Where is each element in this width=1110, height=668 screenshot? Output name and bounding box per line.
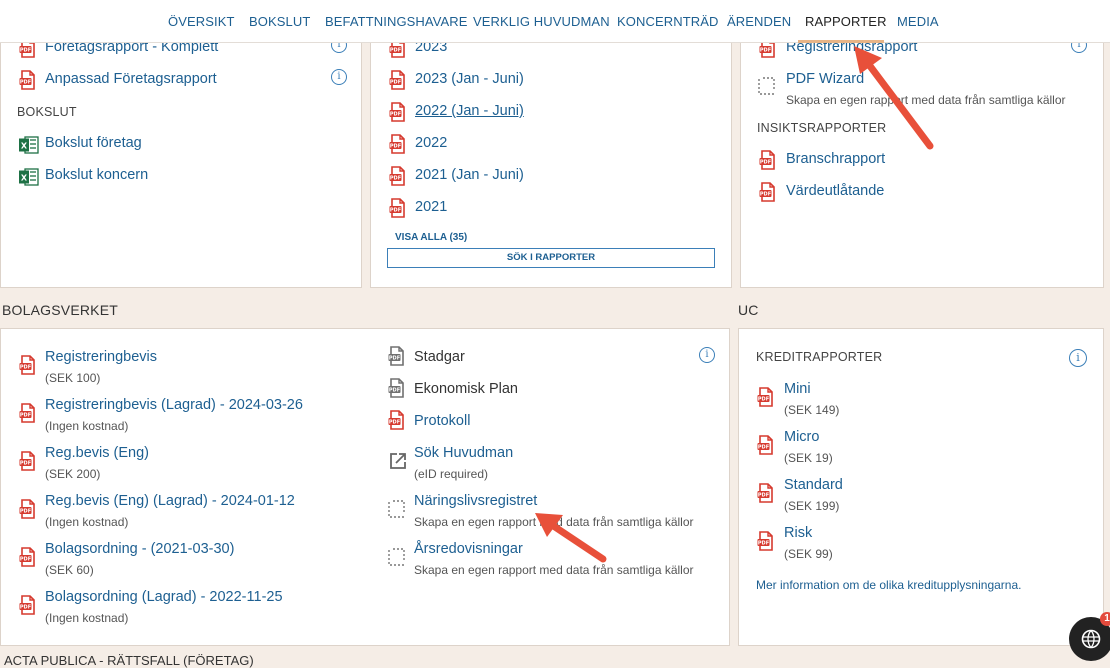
price-label: (SEK 200) [45,467,101,481]
nav-tab-media[interactable]: MEDIA [897,14,939,29]
bolagsverket-report-link[interactable]: Reg.bevis (Eng) [45,445,149,461]
bolagsverket-document-link[interactable]: Ekonomisk Plan [414,381,518,397]
bolagsverket-document-link[interactable]: Stadgar [414,349,465,365]
nav-tab-oversikt[interactable]: ÖVERSIKT [168,14,235,29]
pdf-icon [757,531,775,551]
pdf-icon [19,355,37,375]
annual-report-link[interactable]: 2023 (Jan - Juni) [415,71,524,87]
nav-tab-bokslut[interactable]: BOKSLUT [249,14,310,29]
pdf-icon [389,134,407,154]
credit-info-link[interactable]: Mer information om de olika kreditupplys… [756,578,1021,592]
price-label: (SEK 60) [45,563,94,577]
report-link-anpassad-foretagsrapport[interactable]: Anpassad Företagsrapport [45,71,217,87]
pdf-icon [19,499,37,519]
price-label: (SEK 149) [784,403,840,417]
pdf-icon [389,166,407,186]
uc-heading: UC [738,302,759,318]
price-label: (SEK 199) [784,499,840,513]
sok-huvudman-link[interactable]: Sök Huvudman [414,445,513,461]
nav-tab-verklig-huvudman[interactable]: VERKLIG HUVUDMAN [473,14,610,29]
excel-icon [19,136,39,154]
document-icon [388,346,406,366]
credit-report-link[interactable]: Micro [784,429,819,445]
pdf-icon [388,410,406,430]
excel-icon [19,168,39,186]
info-icon[interactable]: i [331,69,347,85]
annual-report-link[interactable]: 2022 (Jan - Juni) [415,103,524,119]
custom-report-description: Skapa en egen rapport med data från samt… [414,563,694,577]
credit-report-link[interactable]: Risk [784,525,812,541]
bolagsverket-report-link[interactable]: Bolagsordning (Lagrad) - 2022-11-25 [45,589,283,605]
price-label: (SEK 100) [45,371,101,385]
annual-reports-card: 2023 2023 (Jan - Juni) 2022 (Jan - Juni)… [370,20,732,288]
pdf-icon [759,182,777,202]
nav-tab-rapporter[interactable]: RAPPORTER [805,14,887,29]
dashed-frame-icon [387,499,407,519]
bolagsverket-report-link[interactable]: Registreringbevis [45,349,157,365]
info-icon[interactable]: i [699,347,715,363]
price-label: (Ingen kostnad) [45,419,129,433]
kreditrapporter-heading: KREDITRAPPORTER [756,350,883,364]
pdf-icon [389,198,407,218]
pdf-icon [19,547,37,567]
pdf-icon [19,70,37,90]
insiktsrapporter-heading: INSIKTSRAPPORTER [757,121,887,135]
bolagsverket-heading: BOLAGSVERKET [2,302,118,318]
arsredovisningar-link[interactable]: Årsredovisningar [414,541,523,557]
bolagsverket-document-link[interactable]: Protokoll [414,413,470,429]
price-label: (SEK 99) [784,547,833,561]
pdf-icon [19,451,37,471]
annual-report-link[interactable]: 2021 (Jan - Juni) [415,167,524,183]
pdf-wizard-description: Skapa en egen rapport med data från samt… [786,93,1066,107]
bolagsverket-report-link[interactable]: Registreringbevis (Lagrad) - 2024-03-26 [45,397,303,413]
bolagsverket-card: Registreringbevis (SEK 100) Registrering… [0,328,730,646]
report-navigation-bar: ÖVERSIKT BOKSLUT BEFATTNINGSHAVARE VERKL… [0,0,1110,43]
company-reports-card: Företagsrapport - Komplett i Anpassad Fö… [0,20,362,288]
dashed-frame-icon [757,76,777,96]
pdf-icon [757,387,775,407]
external-link-icon [388,451,408,471]
pdf-icon [19,595,37,615]
nav-tab-arenden[interactable]: ÄRENDEN [727,14,791,29]
search-reports-button[interactable]: SÖK I RAPPORTER [387,248,715,268]
document-icon [388,378,406,398]
price-label: (Ingen kostnad) [45,611,129,625]
show-all-link[interactable]: VISA ALLA (35) [395,232,467,243]
report-link-vardeutlatande[interactable]: Värdeutlåtande [786,183,884,199]
credit-report-link[interactable]: Mini [784,381,811,397]
custom-report-description: Skapa en egen rapport med data från samt… [414,515,694,529]
custom-reports-card: Registreringsrapport i PDF Wizard Skapa … [740,20,1104,288]
bolagsverket-report-link[interactable]: Bolagsordning - (2021-03-30) [45,541,234,557]
price-label: (Ingen kostnad) [45,515,129,529]
eid-required-label: (eID required) [414,467,489,481]
pdf-icon [759,150,777,170]
info-icon[interactable]: i [1069,349,1087,367]
uc-card: KREDITRAPPORTER i Mini (SEK 149) Micro (… [738,328,1104,646]
pdf-icon [757,435,775,455]
annual-report-link[interactable]: 2022 [415,135,447,151]
bokslut-heading: BOKSLUT [17,105,77,119]
active-tab-indicator [798,40,884,43]
credit-report-link[interactable]: Standard [784,477,843,493]
pdf-icon [389,102,407,122]
nav-tab-befattningshavare[interactable]: BEFATTNINGSHAVARE [325,14,468,29]
annual-report-link[interactable]: 2021 [415,199,447,215]
price-label: (SEK 19) [784,451,833,465]
report-link-bokslut-koncern[interactable]: Bokslut koncern [45,167,148,183]
acta-publica-heading: ACTA PUBLICA - RÄTTSFALL (FÖRETAG) [4,653,254,668]
pdf-icon [757,483,775,503]
pdf-wizard-link[interactable]: PDF Wizard [786,71,864,87]
report-link-branschrapport[interactable]: Branschrapport [786,151,885,167]
bolagsverket-report-link[interactable]: Reg.bevis (Eng) (Lagrad) - 2024-01-12 [45,493,295,509]
notification-badge: 1 [1100,612,1110,626]
pdf-icon [389,70,407,90]
naringslivsregistret-link[interactable]: Näringslivsregistret [414,493,537,509]
report-link-bokslut-foretag[interactable]: Bokslut företag [45,135,142,151]
dashed-frame-icon [387,547,407,567]
nav-tab-koncerntrad[interactable]: KONCERNTRÄD [617,14,719,29]
pdf-icon [19,403,37,423]
